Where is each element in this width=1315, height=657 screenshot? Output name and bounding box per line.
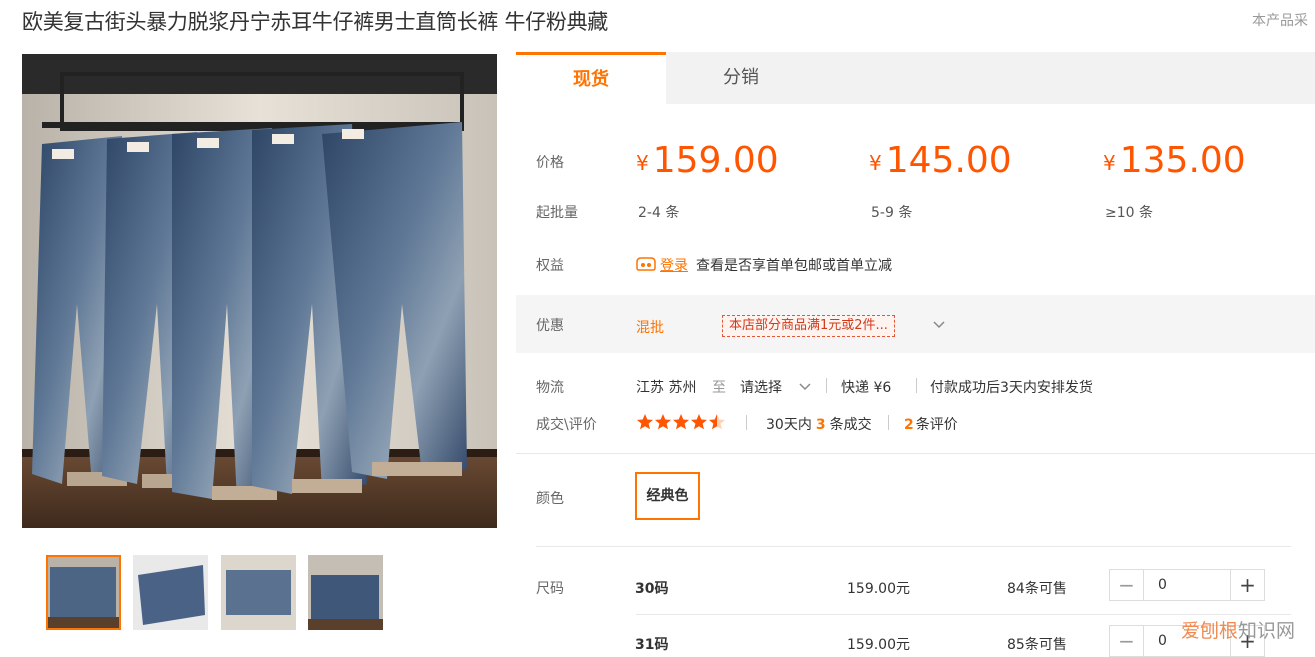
- thumbnail-3[interactable]: [221, 555, 296, 630]
- thumbnail-1[interactable]: [46, 555, 121, 630]
- quantity-stepper: − 0 +: [1109, 569, 1265, 601]
- divider: [536, 546, 1291, 547]
- size-row-2-stock: 85条可售: [1007, 637, 1067, 653]
- coupon-icon: [636, 256, 656, 276]
- main-product-image[interactable]: [22, 54, 497, 528]
- moq-tier-3: ≥10 条: [1105, 205, 1153, 221]
- reviews-label: 成交\评价: [536, 417, 597, 433]
- thumbnail-4[interactable]: [308, 555, 383, 630]
- review-summary[interactable]: 2 条评价: [904, 414, 958, 434]
- separator: [916, 378, 917, 393]
- color-option-classic[interactable]: 经典色: [635, 472, 700, 520]
- increase-button[interactable]: +: [1230, 570, 1264, 600]
- price-label: 价格: [536, 155, 564, 171]
- product-title: 欧美复古街头暴力脱浆丹宁赤耳牛仔裤男士直筒长裤 牛仔粉典藏: [22, 10, 608, 34]
- ship-origin: 江苏 苏州: [636, 380, 697, 396]
- benefit-label: 权益: [536, 258, 564, 274]
- promo-tag[interactable]: 本店部分商品满1元或2件...: [722, 315, 895, 337]
- color-label: 颜色: [536, 491, 564, 507]
- size-label: 尺码: [536, 581, 564, 597]
- login-link[interactable]: 登录: [660, 255, 688, 275]
- moq-tier-2: 5-9 条: [871, 205, 913, 221]
- rating-stars: [636, 413, 728, 436]
- promo-label: 优惠: [536, 318, 564, 334]
- divider: [516, 453, 1315, 454]
- price-tier-1: ¥159.00: [636, 140, 779, 181]
- mix-batch-link[interactable]: 混批: [636, 317, 664, 337]
- quantity-input[interactable]: 0: [1158, 570, 1167, 600]
- logistics-label: 物流: [536, 380, 564, 396]
- separator: [826, 378, 827, 393]
- benefit-text: 查看是否享首单包邮或首单立减: [696, 258, 892, 274]
- separator: [746, 415, 747, 430]
- ship-to: 至: [712, 380, 726, 396]
- tab-bar: 现货 分销: [516, 52, 1315, 104]
- chevron-down-icon[interactable]: [932, 317, 946, 336]
- top-note: 本产品采: [1252, 13, 1308, 29]
- shipping-fee: 快递 ¥6: [841, 380, 892, 396]
- decrease-button[interactable]: −: [1110, 570, 1144, 600]
- sales-summary: 30天内 3 条成交: [766, 417, 872, 433]
- size-row-2-price: 159.00元: [847, 637, 910, 653]
- decrease-button[interactable]: −: [1110, 626, 1144, 656]
- divider: [636, 614, 1291, 615]
- watermark: 爱刨根知识网: [1181, 620, 1296, 642]
- size-row-2-size: 31码: [635, 637, 669, 653]
- destination-select[interactable]: 请选择: [740, 377, 782, 397]
- dispatch-info: 付款成功后3天内安排发货: [930, 380, 1093, 396]
- separator: [888, 415, 889, 430]
- size-row-1-stock: 84条可售: [1007, 581, 1067, 597]
- size-row-1-size: 30码: [635, 581, 669, 597]
- price-tier-3: ¥135.00: [1103, 140, 1246, 181]
- price-tier-2: ¥145.00: [869, 140, 1012, 181]
- thumbnail-2[interactable]: [133, 555, 208, 630]
- size-row-1-price: 159.00元: [847, 581, 910, 597]
- moq-label: 起批量: [536, 205, 578, 221]
- quantity-input[interactable]: 0: [1158, 626, 1167, 656]
- tab-spot[interactable]: 现货: [516, 52, 666, 104]
- moq-tier-1: 2-4 条: [638, 205, 680, 221]
- chevron-down-icon[interactable]: [798, 379, 812, 398]
- tab-distribution[interactable]: 分销: [666, 52, 816, 104]
